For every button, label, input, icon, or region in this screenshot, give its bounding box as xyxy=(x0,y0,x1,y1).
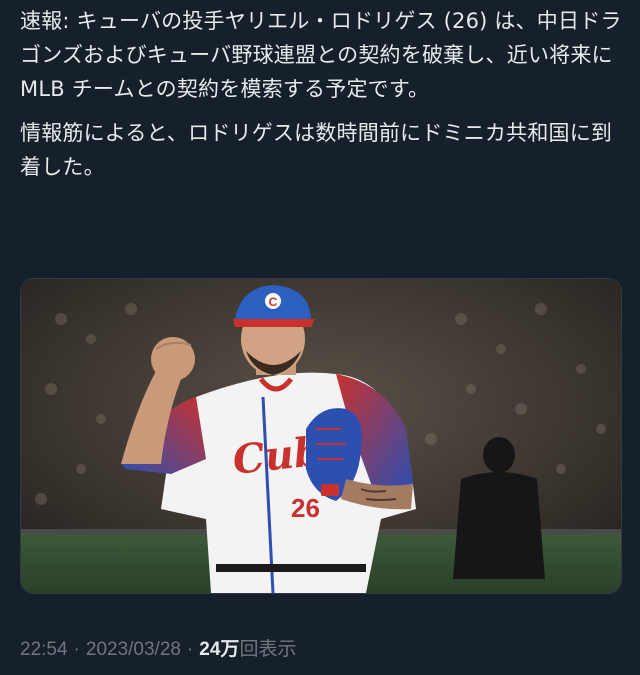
tweet-text-paragraph-2: 情報筋によると、ロドリゲスは数時間前にドミニカ共和国に到着した。 xyxy=(20,121,613,179)
baseball-pitcher-photo: C Cuba 26 xyxy=(21,279,621,593)
tweet-date[interactable]: 2023/03/28 xyxy=(86,639,181,660)
views-count: 24万 xyxy=(199,639,240,660)
tweet-body: 速報: キューバの投手ヤリエル・ロドリゲス (26) は、中日ドラゴンズおよびキ… xyxy=(20,4,625,184)
tweet-metadata: 22:54 · 2023/03/28 · 24万回表示 xyxy=(20,634,296,661)
views-label: 回表示 xyxy=(239,639,297,660)
separator-dot: · xyxy=(73,639,80,660)
tweet-media-photo[interactable]: C Cuba 26 xyxy=(20,278,622,594)
jersey-number: 26 xyxy=(291,493,320,523)
cap-letter: C xyxy=(269,295,278,309)
separator-dot: · xyxy=(186,639,194,660)
tweet-text-paragraph-1: 速報: キューバの投手ヤリエル・ロドリゲス (26) は、中日ドラゴンズおよびキ… xyxy=(20,9,622,101)
tweet-time[interactable]: 22:54 xyxy=(20,639,68,660)
